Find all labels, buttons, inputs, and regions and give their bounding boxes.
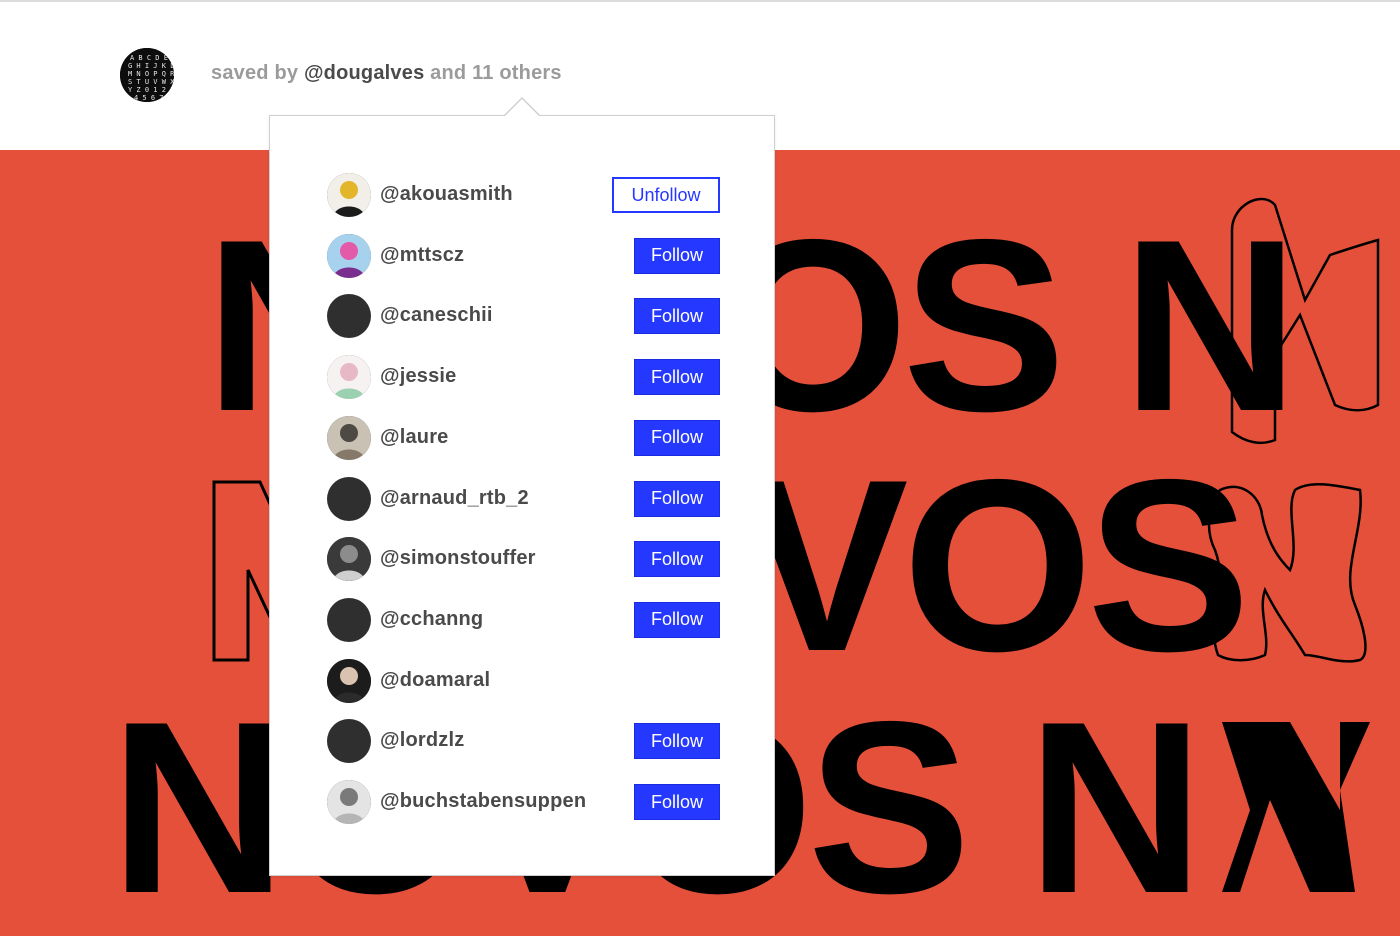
user-row: @simonstouffer Follow (270, 530, 776, 590)
follow-button[interactable]: Follow (634, 237, 720, 274)
user-avatar[interactable] (327, 355, 371, 400)
user-row: @lordzlz Follow (270, 712, 776, 772)
user-avatar[interactable] (327, 658, 371, 703)
savers-popover: @akouasmith Unfollow @mttscz Follow @canesch… (269, 115, 775, 876)
user-handle-link[interactable]: @buchstabensuppen (380, 790, 586, 813)
user-handle-link[interactable]: @caneschii (380, 304, 493, 327)
user-handle-link[interactable]: @cchanng (380, 608, 483, 631)
user-handle-link[interactable]: @akouasmith (380, 183, 513, 206)
svg-text:VOS: VOS (745, 428, 1244, 702)
user-handle-link[interactable]: @laure (380, 426, 449, 449)
saved-by-user-link[interactable]: @dougalves (304, 62, 424, 84)
svg-text:M N O P Q R: M N O P Q R (128, 70, 174, 78)
follow-button[interactable]: Follow (634, 723, 720, 760)
top-divider (0, 0, 1400, 2)
user-handle-link[interactable]: @doamaral (380, 669, 490, 692)
user-avatar[interactable] (327, 415, 371, 460)
svg-text:Y Z 0 1 2 3: Y Z 0 1 2 3 (128, 86, 174, 94)
follow-button[interactable]: Follow (634, 784, 720, 820)
svg-text:4 5 6 7: 4 5 6 7 (134, 94, 164, 102)
svg-text:G H I J K L: G H I J K L (128, 62, 174, 70)
user-avatar[interactable] (327, 719, 371, 764)
user-handle-link[interactable]: @jessie (380, 365, 457, 388)
user-row: @laure Follow (270, 409, 776, 469)
user-row: @cchanng Follow (270, 591, 776, 651)
saved-by-line: saved by @dougalves and 11 others (211, 62, 562, 85)
user-avatar[interactable] (327, 173, 371, 217)
saved-by-others-link[interactable]: and 11 others (430, 62, 562, 84)
user-row: @arnaud_rtb_2 Follow (270, 470, 776, 530)
svg-text:A B C D E: A B C D E (130, 54, 168, 62)
popover-caret (504, 99, 540, 117)
follow-button[interactable]: Follow (634, 601, 720, 638)
svg-text:S T U V W X: S T U V W X (128, 78, 174, 86)
user-avatar[interactable] (327, 780, 371, 824)
follow-button[interactable]: Follow (634, 298, 720, 335)
unfollow-button[interactable]: Unfollow (612, 177, 720, 213)
follow-button[interactable]: Follow (634, 541, 720, 578)
saved-by-prefix: saved by (211, 62, 299, 84)
user-row: @mttscz Follow (270, 227, 776, 287)
follow-button[interactable]: Follow (634, 419, 720, 456)
user-handle-link[interactable]: @lordzlz (380, 729, 464, 752)
user-avatar[interactable] (327, 597, 371, 642)
user-avatar[interactable] (327, 476, 371, 521)
user-avatar[interactable] (327, 537, 371, 582)
user-handle-link[interactable]: @arnaud_rtb_2 (380, 487, 529, 510)
saver-avatar[interactable]: A B C D E G H I J K L M N O P Q R S T U … (120, 48, 174, 102)
user-avatar[interactable] (327, 233, 371, 278)
user-row: @buchstabensuppen Follow (270, 773, 776, 833)
follow-button[interactable]: Follow (634, 480, 720, 517)
user-row: @doamaral (270, 652, 776, 712)
user-row: @caneschii Follow (270, 287, 776, 347)
user-row: @jessie Follow (270, 348, 776, 408)
follow-button[interactable]: Follow (634, 359, 720, 396)
user-row: @akouasmith Unfollow (270, 166, 776, 226)
user-handle-link[interactable]: @mttscz (380, 244, 464, 267)
user-avatar[interactable] (327, 294, 371, 339)
user-handle-link[interactable]: @simonstouffer (380, 547, 536, 570)
